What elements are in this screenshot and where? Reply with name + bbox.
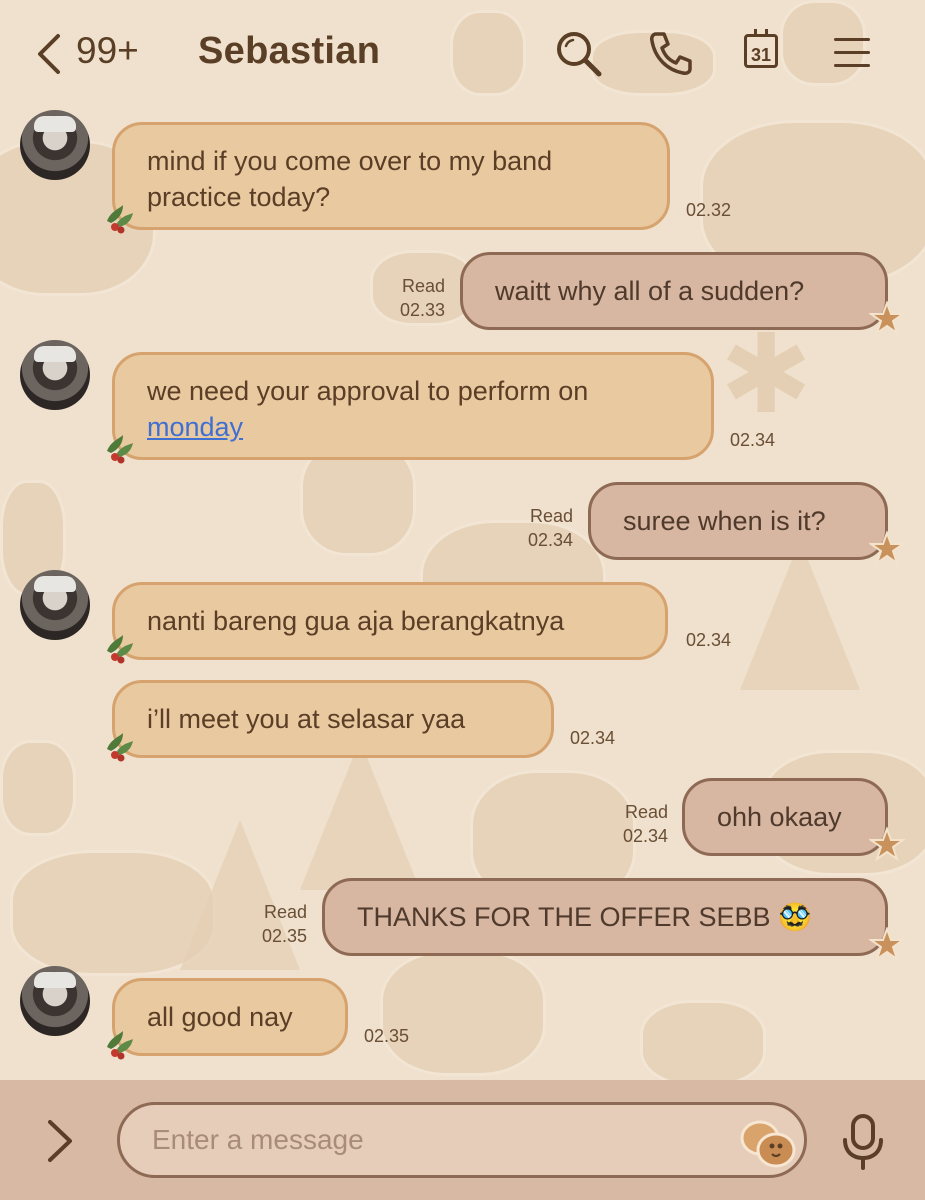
contact-name[interactable]: Sebastian: [198, 30, 380, 73]
incoming-message[interactable]: nanti bareng gua aja berangkatnya: [107, 582, 668, 664]
message-text: waitt why all of a sudden?: [495, 276, 805, 306]
message-text-line: we need your approval to perform on: [147, 376, 589, 406]
contact-avatar[interactable]: [20, 340, 90, 410]
back-chevron-icon[interactable]: [30, 30, 70, 78]
chat-header: 99+ Sebastian 31: [0, 0, 925, 108]
date-link[interactable]: monday: [147, 412, 243, 442]
outgoing-message[interactable]: waitt why all of a sudden?: [460, 252, 905, 336]
message-time: 02.34: [686, 630, 732, 650]
sticker-icon[interactable]: [738, 1118, 798, 1170]
incoming-message[interactable]: i’ll meet you at selasar yaa: [107, 680, 554, 762]
holly-icon: [107, 635, 133, 664]
message-time: 02.35: [261, 926, 307, 946]
star-cookie-icon: [869, 301, 905, 336]
read-label: Read: [263, 902, 307, 922]
message-list[interactable]: mind if you come over to my band practic…: [0, 108, 925, 1080]
holly-icon: [107, 1031, 133, 1060]
expand-chevron-icon[interactable]: [40, 1116, 80, 1166]
read-receipt: Read 02.33: [375, 274, 445, 322]
message-time: 02.34: [570, 728, 616, 748]
calendar-icon[interactable]: 31: [738, 28, 788, 78]
read-label: Read: [401, 276, 445, 296]
outgoing-message[interactable]: suree when is it?: [588, 482, 905, 566]
holly-icon: [107, 733, 133, 762]
read-label: Read: [529, 506, 573, 526]
message-text: suree when is it?: [623, 506, 826, 536]
incoming-message[interactable]: we need your approval to perform on mond…: [107, 352, 714, 464]
incoming-message[interactable]: all good nay: [107, 978, 348, 1060]
holly-icon: [107, 205, 133, 234]
read-label: Read: [624, 802, 668, 822]
incoming-message[interactable]: mind if you come over to my band practic…: [107, 122, 670, 234]
contact-avatar[interactable]: [20, 570, 90, 640]
contact-avatar[interactable]: [20, 966, 90, 1036]
message-input[interactable]: [117, 1102, 807, 1178]
outgoing-message[interactable]: ohh okaay: [682, 778, 905, 862]
read-receipt: Read 02.34: [598, 800, 668, 848]
read-receipt: Read 02.35: [237, 900, 307, 948]
unread-count[interactable]: 99+: [76, 30, 139, 72]
message-time: 02.34: [527, 530, 573, 550]
menu-icon[interactable]: [830, 28, 880, 78]
message-text-line: mind if you come over to my band: [147, 146, 553, 176]
message-time: 02.32: [686, 200, 732, 220]
message-time: 02.34: [730, 430, 776, 450]
message-text-line: practice today?: [147, 182, 331, 212]
star-cookie-icon: [869, 827, 905, 862]
message-text: nanti bareng gua aja berangkatnya: [147, 606, 565, 636]
message-text: all good nay: [147, 1002, 293, 1032]
message-text: ohh okaay: [717, 802, 842, 832]
microphone-icon[interactable]: [838, 1112, 888, 1172]
holly-icon: [107, 435, 133, 464]
star-cookie-icon: [869, 531, 905, 566]
message-text: i’ll meet you at selasar yaa: [147, 704, 466, 734]
contact-avatar[interactable]: [20, 110, 90, 180]
calendar-day: 31: [744, 29, 778, 68]
read-receipt: Read 02.34: [503, 504, 573, 552]
phone-icon[interactable]: [646, 28, 696, 78]
outgoing-message[interactable]: THANKS FOR THE OFFER SEBB 🥸: [322, 878, 905, 962]
message-time: 02.34: [622, 826, 668, 846]
search-icon[interactable]: [553, 28, 603, 78]
star-cookie-icon: [869, 927, 905, 962]
message-text: THANKS FOR THE OFFER SEBB 🥸: [357, 902, 812, 932]
message-time: 02.35: [364, 1026, 410, 1046]
message-time: 02.33: [399, 300, 445, 320]
